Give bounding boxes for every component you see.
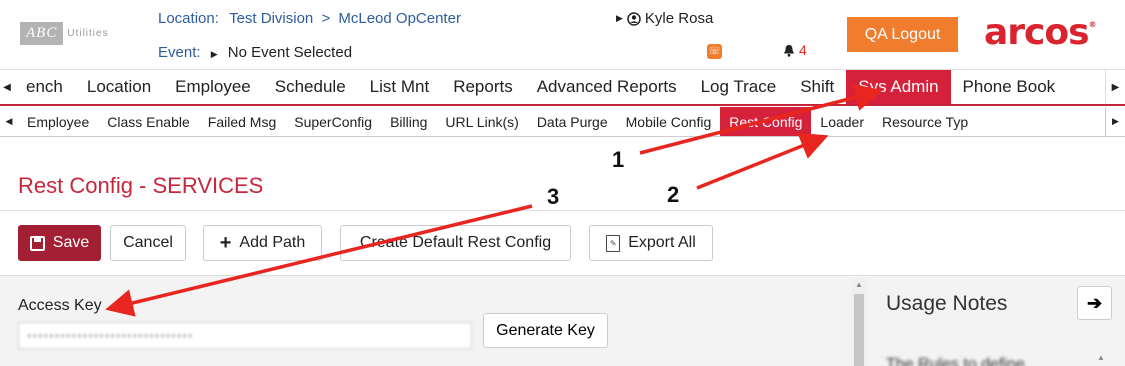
nav-item-ench[interactable]: ench <box>14 70 75 104</box>
create-default-rest-config-button[interactable]: Create Default Rest Config <box>340 225 571 261</box>
subnav-item-rest-config[interactable]: Rest Config <box>720 107 812 136</box>
nav-item-schedule[interactable]: Schedule <box>263 70 358 104</box>
usage-notes-title: Usage Notes <box>886 292 1008 315</box>
main-nav-scroll-left-icon[interactable]: ◀ <box>0 70 14 104</box>
nav-item-reports[interactable]: Reports <box>441 70 525 104</box>
location-center-link[interactable]: McLeod OpCenter <box>338 10 461 27</box>
main-nav: ◀ ench Location Employee Schedule List Mnt Re… <box>0 69 1125 106</box>
page-title: Rest Config - SERVICES <box>18 173 264 198</box>
event-row: Event: ▶ No Event Selected <box>158 44 352 61</box>
save-icon <box>29 235 45 251</box>
access-key-input[interactable]: •••••••••••••••••••••••••••••• <box>18 322 472 349</box>
divider <box>0 210 1125 211</box>
logo-main: ABC <box>20 22 64 45</box>
app-root: ABC Utilities Location: Test Division > … <box>0 0 1125 366</box>
brand-mark: ® <box>1088 20 1097 29</box>
location-breadcrumb: Location: Test Division > McLeod OpCente… <box>158 10 461 27</box>
nav-item-phone-book[interactable]: Phone Book <box>951 70 1068 104</box>
annotation-arrow-2 <box>696 132 829 190</box>
nav-item-sys-admin[interactable]: Sys Admin <box>846 70 951 104</box>
sub-nav-items: Employee Class Enable Failed Msg SuperConfi… <box>18 107 1105 136</box>
subnav-item-failed-msg[interactable]: Failed Msg <box>199 107 285 136</box>
plus-icon: + <box>219 231 232 254</box>
subnav-item-mobile-config[interactable]: Mobile Config <box>617 107 721 136</box>
phone-icon[interactable]: ☏ <box>707 44 722 59</box>
usage-notes-text: The Rules to define <box>886 356 1025 366</box>
brand-name: arcos <box>984 12 1090 53</box>
notes-scroll-up-icon[interactable]: ▲ <box>1097 353 1105 362</box>
form-scrollbar[interactable]: ▲ <box>852 278 866 366</box>
location-separator: > <box>321 10 331 27</box>
save-label: Save <box>52 234 90 251</box>
annotation-label-1: 1 <box>612 147 625 172</box>
logo-sub: Utilities <box>67 28 109 39</box>
pdf-file-icon: ✎ <box>606 234 621 252</box>
annotation-label-3: 3 <box>547 184 560 209</box>
add-path-label: Add Path <box>239 234 306 251</box>
generate-key-button[interactable]: Generate Key <box>483 313 608 348</box>
nav-item-log-trace[interactable]: Log Trace <box>689 70 789 104</box>
sub-nav-scroll-right-icon[interactable]: ▶ <box>1105 107 1125 136</box>
nav-item-list-mnt[interactable]: List Mnt <box>358 70 442 104</box>
event-value[interactable]: No Event Selected <box>228 44 352 61</box>
collapse-arrow-icon[interactable]: ➔ <box>1077 286 1112 320</box>
user-name: Kyle Rosa <box>644 10 714 27</box>
notifications[interactable]: 4 <box>783 42 807 58</box>
user-icon <box>627 11 641 26</box>
main-nav-items: ench Location Employee Schedule List Mnt Repo… <box>14 70 1105 104</box>
nav-item-shift[interactable]: Shift <box>788 70 846 104</box>
add-path-button[interactable]: + Add Path <box>203 225 322 261</box>
location-label: Location: <box>158 10 219 27</box>
subnav-item-billing[interactable]: Billing <box>381 107 436 136</box>
subnav-item-employee[interactable]: Employee <box>18 107 98 136</box>
scrollbar-thumb[interactable] <box>854 294 864 366</box>
nav-item-employee[interactable]: Employee <box>163 70 263 104</box>
event-caret-icon[interactable]: ▶ <box>211 49 218 59</box>
subnav-item-resource-typ[interactable]: Resource Typ <box>873 107 977 136</box>
logout-button[interactable]: QA Logout <box>847 17 958 52</box>
nav-item-location[interactable]: Location <box>75 70 163 104</box>
main-nav-scroll-right-icon[interactable]: ▶ <box>1105 70 1125 104</box>
export-all-button[interactable]: ✎ Export All <box>589 225 713 261</box>
subnav-item-class-enable[interactable]: Class Enable <box>98 107 199 136</box>
user-caret-icon: ▶ <box>616 13 623 23</box>
annotation-label-2: 2 <box>667 182 680 207</box>
user-menu[interactable]: ▶ Kyle Rosa <box>616 10 713 27</box>
nav-item-advanced-reports[interactable]: Advanced Reports <box>525 70 689 104</box>
access-key-label: Access Key <box>18 297 102 314</box>
subnav-item-loader[interactable]: Loader <box>811 107 873 136</box>
export-all-label: Export All <box>628 234 696 251</box>
bell-icon <box>784 44 794 57</box>
scroll-up-icon[interactable]: ▲ <box>855 280 863 289</box>
subnav-item-data-purge[interactable]: Data Purge <box>528 107 617 136</box>
sub-nav: ◀ Employee Class Enable Failed Msg SuperCon… <box>0 107 1125 137</box>
save-button[interactable]: Save <box>18 225 101 261</box>
cancel-button[interactable]: Cancel <box>110 225 186 261</box>
arcos-logo: arcos® <box>984 12 1097 53</box>
location-division-link[interactable]: Test Division <box>229 10 313 27</box>
subnav-item-url-link-s[interactable]: URL Link(s) <box>436 107 527 136</box>
notification-count: 4 <box>799 42 807 58</box>
event-label: Event: <box>158 44 201 61</box>
subnav-item-superconfig[interactable]: SuperConfig <box>285 107 381 136</box>
sub-nav-scroll-left-icon[interactable]: ◀ <box>0 107 18 136</box>
company-logo: ABC Utilities <box>20 22 109 45</box>
